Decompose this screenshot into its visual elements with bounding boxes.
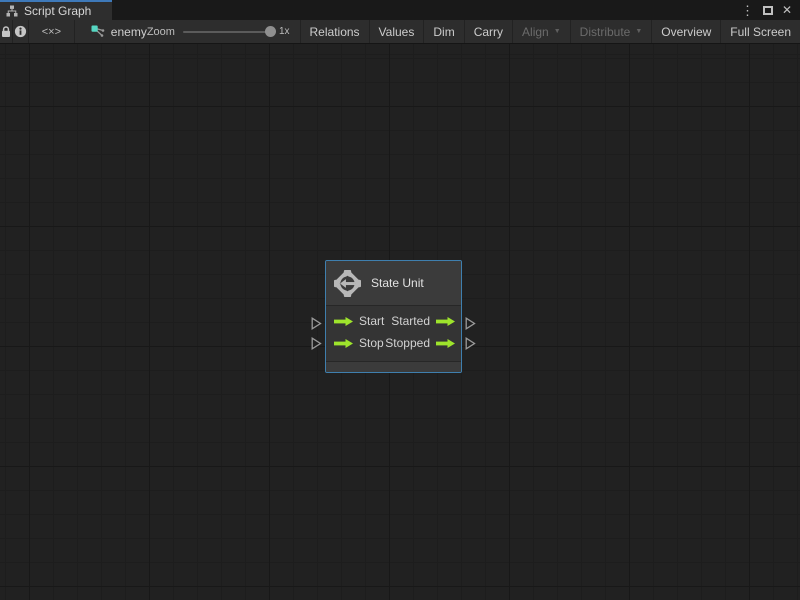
full-screen-button[interactable]: Full Screen bbox=[720, 20, 800, 43]
state-unit-icon bbox=[334, 269, 361, 297]
values-label: Values bbox=[378, 24, 415, 39]
values-button[interactable]: Values bbox=[368, 20, 424, 43]
flow-arrow-icon bbox=[436, 338, 455, 348]
align-label: Align bbox=[522, 24, 549, 39]
distribute-label: Distribute bbox=[579, 24, 631, 39]
window-menu-icon[interactable]: ⋮ bbox=[741, 4, 754, 17]
relations-label: Relations bbox=[309, 24, 360, 39]
carry-label: Carry bbox=[473, 24, 504, 39]
relations-button[interactable]: Relations bbox=[299, 20, 369, 43]
info-icon bbox=[14, 25, 27, 38]
zoom-value: 1x bbox=[278, 26, 290, 37]
state-unit-node[interactable]: State Unit Start Started Stop Stopped bbox=[325, 260, 462, 373]
lock-button[interactable] bbox=[0, 20, 13, 43]
flow-arrow-icon bbox=[436, 316, 455, 326]
stop-input-connection-port[interactable] bbox=[311, 337, 322, 350]
info-button[interactable] bbox=[13, 20, 29, 43]
overview-button[interactable]: Overview bbox=[651, 20, 720, 43]
tab-bar: Script Graph ⋮ ✕ bbox=[0, 0, 800, 20]
graph-hierarchy-icon bbox=[6, 5, 18, 17]
window-controls: ⋮ ✕ bbox=[741, 0, 800, 20]
dim-label: Dim bbox=[433, 24, 455, 39]
maximize-icon[interactable] bbox=[762, 5, 773, 15]
node-header[interactable]: State Unit bbox=[326, 261, 461, 306]
flow-arrow-icon bbox=[334, 338, 353, 348]
zoom-label: Zoom bbox=[146, 25, 175, 38]
chevron-down-icon: ▼ bbox=[553, 28, 561, 35]
node-body: Start Started Stop Stopped bbox=[326, 306, 461, 361]
port-row: Stop Stopped bbox=[326, 332, 461, 354]
start-input-port[interactable]: Start bbox=[334, 314, 384, 328]
distribute-dropdown: Distribute ▼ bbox=[569, 20, 652, 43]
chevron-down-icon: ▼ bbox=[635, 28, 643, 35]
script-graph-icon bbox=[91, 25, 105, 37]
started-output-connection-port[interactable] bbox=[465, 317, 476, 330]
code-preview-button[interactable]: <×> bbox=[29, 20, 75, 43]
port-label: Stop bbox=[359, 336, 384, 350]
start-input-connection-port[interactable] bbox=[311, 317, 322, 330]
graph-canvas[interactable]: State Unit Start Started Stop Stopped bbox=[0, 44, 800, 600]
stop-input-port[interactable]: Stop bbox=[334, 336, 384, 350]
align-dropdown: Align ▼ bbox=[512, 20, 570, 43]
started-output-port[interactable]: Started bbox=[391, 314, 455, 328]
full-screen-label: Full Screen bbox=[730, 24, 791, 39]
graph-breadcrumb[interactable]: enemy bbox=[75, 20, 147, 43]
stopped-output-connection-port[interactable] bbox=[465, 337, 476, 350]
tab-title: Script Graph bbox=[24, 4, 92, 18]
flow-arrow-icon bbox=[334, 316, 353, 326]
code-icon: <×> bbox=[41, 25, 62, 38]
stopped-output-port[interactable]: Stopped bbox=[385, 336, 455, 350]
toolbar: <×> enemy Zoom 1x Relations Values Dim C… bbox=[0, 20, 800, 44]
graph-name: enemy bbox=[110, 24, 147, 39]
node-title: State Unit bbox=[371, 276, 424, 290]
zoom-slider-handle[interactable] bbox=[264, 26, 276, 37]
port-label: Started bbox=[391, 314, 430, 328]
carry-button[interactable]: Carry bbox=[463, 20, 512, 43]
toolbar-right-buttons: Relations Values Dim Carry Align ▼ Distr… bbox=[299, 20, 800, 43]
overview-label: Overview bbox=[661, 24, 712, 39]
zoom-control: Zoom 1x bbox=[147, 20, 290, 43]
port-label: Stopped bbox=[385, 336, 430, 350]
port-label: Start bbox=[359, 314, 385, 328]
tab-script-graph[interactable]: Script Graph bbox=[0, 0, 112, 20]
port-row: Start Started bbox=[326, 310, 461, 332]
close-icon[interactable]: ✕ bbox=[782, 4, 792, 16]
dim-button[interactable]: Dim bbox=[423, 20, 463, 43]
zoom-slider[interactable] bbox=[182, 26, 276, 37]
lock-icon bbox=[2, 26, 10, 37]
node-footer bbox=[326, 361, 461, 372]
